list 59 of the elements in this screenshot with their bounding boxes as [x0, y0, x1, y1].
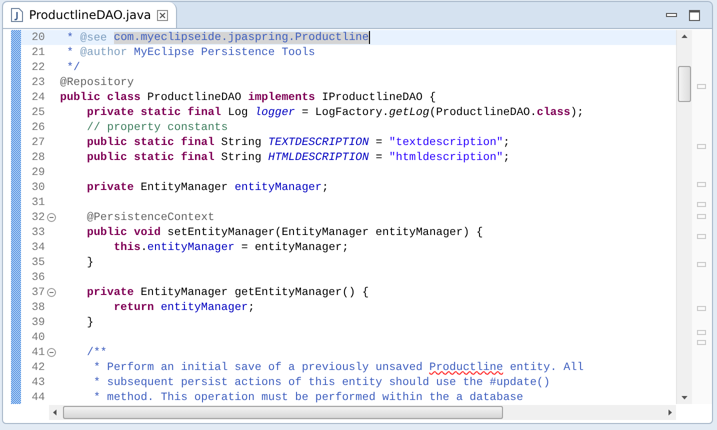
- scroll-thumb[interactable]: [63, 406, 504, 419]
- line-number: 33: [30, 226, 45, 238]
- code-line: * Perform an initial save of a previously unsaved Productline entity. All: [92, 362, 584, 374]
- line-number: 26: [30, 122, 45, 134]
- line-number: 24: [30, 92, 45, 104]
- line-number: 38: [30, 302, 45, 314]
- line-number: 25: [30, 106, 45, 118]
- code-line: private EntityManager getEntityManager() {: [86, 286, 369, 298]
- line-number: 40: [30, 332, 45, 344]
- vertical-scrollbar[interactable]: [676, 30, 692, 404]
- maximize-icon[interactable]: [689, 10, 700, 20]
- code-line: return entityManager;: [112, 302, 255, 314]
- close-icon[interactable]: [157, 10, 168, 20]
- line-number: 42: [30, 362, 45, 374]
- code-line: @PersistenceContext: [86, 212, 214, 224]
- code-line: // property constants: [86, 122, 228, 134]
- code-line: * subsequent persist actions of this entity should use the #update(): [92, 376, 550, 388]
- line-number: 44: [30, 392, 45, 404]
- editor-tab[interactable]: ProductlineDAO.java: [3, 2, 178, 28]
- code-line: }: [86, 256, 94, 268]
- code-line: public static final String HTMLDESCRIPTION = "htmldescription";: [86, 152, 510, 164]
- code-line: this.entityManager = entityManager;: [112, 242, 349, 254]
- fold-icon[interactable]: [47, 213, 56, 222]
- tab-title: ProductlineDAO.java: [29, 8, 152, 22]
- code-line: * @see com.myeclipseide.jpaspring.Productline: [66, 30, 370, 44]
- code-line: @Repository: [60, 76, 134, 88]
- code-line: private EntityManager entityManager;: [86, 182, 329, 194]
- fold-icon[interactable]: [47, 348, 56, 357]
- line-number: 39: [30, 316, 45, 328]
- line-number: 32: [30, 212, 45, 224]
- minimize-icon[interactable]: [666, 12, 677, 18]
- code-line: public static final String TEXTDESCRIPTION = "textdescription";: [86, 136, 510, 148]
- line-number: 23: [30, 76, 45, 88]
- line-number: 21: [30, 46, 45, 58]
- code-line: public void setEntityManager(EntityManager entityManager) {: [86, 226, 483, 238]
- code-line: private static final Log logger = LogFactory.getLog(ProductlineDAO.class);: [86, 106, 584, 118]
- line-number: 29: [30, 166, 45, 178]
- line-number: 30: [30, 182, 45, 194]
- line-number: 37: [30, 286, 45, 298]
- code-line: * method. This operation must be performed within the a database: [92, 392, 524, 404]
- line-number: 20: [30, 32, 45, 44]
- line-number: 36: [30, 272, 45, 284]
- code-line: }: [86, 316, 94, 328]
- horizontal-scrollbar[interactable]: [49, 405, 676, 420]
- line-number: 41: [30, 346, 45, 358]
- line-number: 34: [30, 242, 45, 254]
- code-line: * @author MyEclipse Persistence Tools: [66, 46, 316, 58]
- java-file-icon: [11, 8, 23, 22]
- line-number: 22: [30, 62, 45, 74]
- line-number: 43: [30, 376, 45, 388]
- code-line: public class ProductlineDAO implements IProductlineDAO {: [60, 92, 436, 104]
- line-number: 35: [30, 256, 45, 268]
- line-number: 27: [30, 136, 45, 148]
- code-line: /**: [86, 346, 107, 358]
- fold-icon[interactable]: [47, 288, 56, 297]
- code-line: */: [66, 62, 80, 74]
- line-number: 31: [30, 196, 45, 208]
- line-number: 28: [30, 152, 45, 164]
- scroll-thumb[interactable]: [678, 66, 691, 102]
